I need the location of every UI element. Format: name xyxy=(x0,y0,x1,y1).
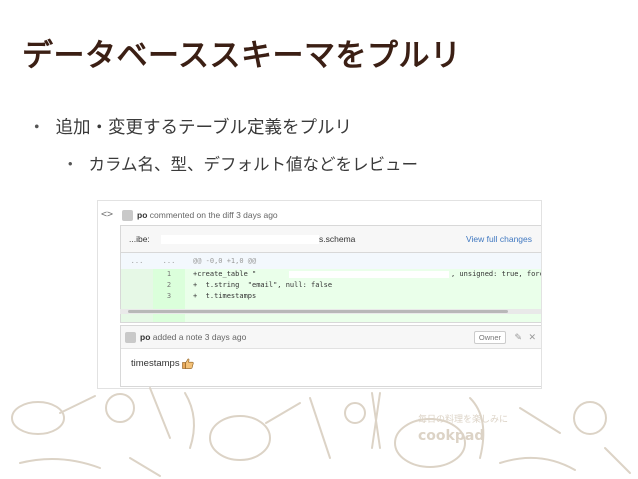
diff-line-code: + t.timestamps xyxy=(193,292,257,300)
diff-line: 0 2 + t.string "email", null: false xyxy=(121,280,541,291)
close-icon[interactable]: ✕ xyxy=(528,326,536,348)
scrollbar-thumb[interactable] xyxy=(128,310,508,313)
horizontal-scrollbar[interactable] xyxy=(120,309,541,314)
redacted-code xyxy=(289,271,449,278)
doodle-tagline: 毎日の料理を楽しみに xyxy=(418,413,508,425)
bullet-item-2: ・カラム名、型、デフォルト値などをレビュー xyxy=(62,151,418,175)
comment-header: po commented on the diff 3 days ago xyxy=(118,205,541,225)
avatar xyxy=(122,210,133,222)
comment-action: commented on the diff 3 days ago xyxy=(149,210,278,220)
view-full-changes-link[interactable]: View full changes xyxy=(466,226,532,252)
hunk-header: @@ -0,0 +1,0 @@ xyxy=(193,257,257,265)
thumbs-up-icon xyxy=(182,358,194,369)
note-username[interactable]: po xyxy=(140,332,150,342)
avatar xyxy=(125,332,136,344)
file-header: ...ibe: s.schema View full changes xyxy=(121,226,541,253)
note-action: added a note 3 days ago xyxy=(152,332,247,342)
bullet-dot: ・ xyxy=(62,155,79,174)
hunk-line-new[interactable]: ... xyxy=(153,253,185,269)
pencil-icon[interactable]: ✎ xyxy=(514,326,522,348)
comment-username[interactable]: po xyxy=(137,210,147,220)
file-path-prefix: ...ibe: xyxy=(129,234,150,244)
diff-line-code-tail: , unsigned: true, force: :c xyxy=(451,270,541,278)
redacted-path xyxy=(161,235,319,244)
diff-line-num[interactable]: 2 xyxy=(153,280,185,291)
file-path-suffix: s.schema xyxy=(319,234,356,244)
diff-line-num[interactable]: 3 xyxy=(153,291,185,302)
slide-title: データベーススキーマをプルリ xyxy=(22,38,462,74)
bullet-text-2: カラム名、型、デフォルト値などをレビュー xyxy=(88,155,419,174)
bullet-item-1: ・追加・変更するテーブル定義をプルリ xyxy=(28,114,352,139)
hunk-line-old[interactable]: ... xyxy=(121,253,153,269)
note-body: timestamps xyxy=(131,358,194,369)
diff-line-old-num[interactable]: 0 xyxy=(121,280,153,291)
diff-line-code: + t.string "email", null: false xyxy=(193,281,333,289)
code-icon: <> xyxy=(101,209,114,220)
cooking-doodle-decoration: 毎日の料理を楽しみに cookpad xyxy=(11,387,631,477)
owner-badge: Owner xyxy=(473,331,506,344)
diff-line-old-num[interactable]: 0 xyxy=(121,269,153,280)
diff-line-code: +create_table " xyxy=(193,270,257,278)
doodle-brand: cookpad xyxy=(418,428,484,444)
hunk-header-row: ... ... @@ -0,0 +1,0 @@ xyxy=(121,253,541,269)
bullet-dot: ・ xyxy=(28,118,46,138)
note-text: timestamps xyxy=(131,358,180,370)
github-comment-screenshot: <> po commented on the diff 3 days ago .… xyxy=(97,200,542,389)
note-header: po added a note 3 days ago Owner ✎ ✕ xyxy=(121,326,541,349)
diff-line-old-num[interactable]: 0 xyxy=(121,291,153,302)
diff-line: 0 1 +create_table " , unsigned: true, fo… xyxy=(121,269,541,280)
diff-line: 0 3 + t.timestamps xyxy=(121,291,541,302)
bullet-text-1: 追加・変更するテーブル定義をプルリ xyxy=(55,118,352,138)
diff-line-num[interactable]: 1 xyxy=(153,269,185,280)
